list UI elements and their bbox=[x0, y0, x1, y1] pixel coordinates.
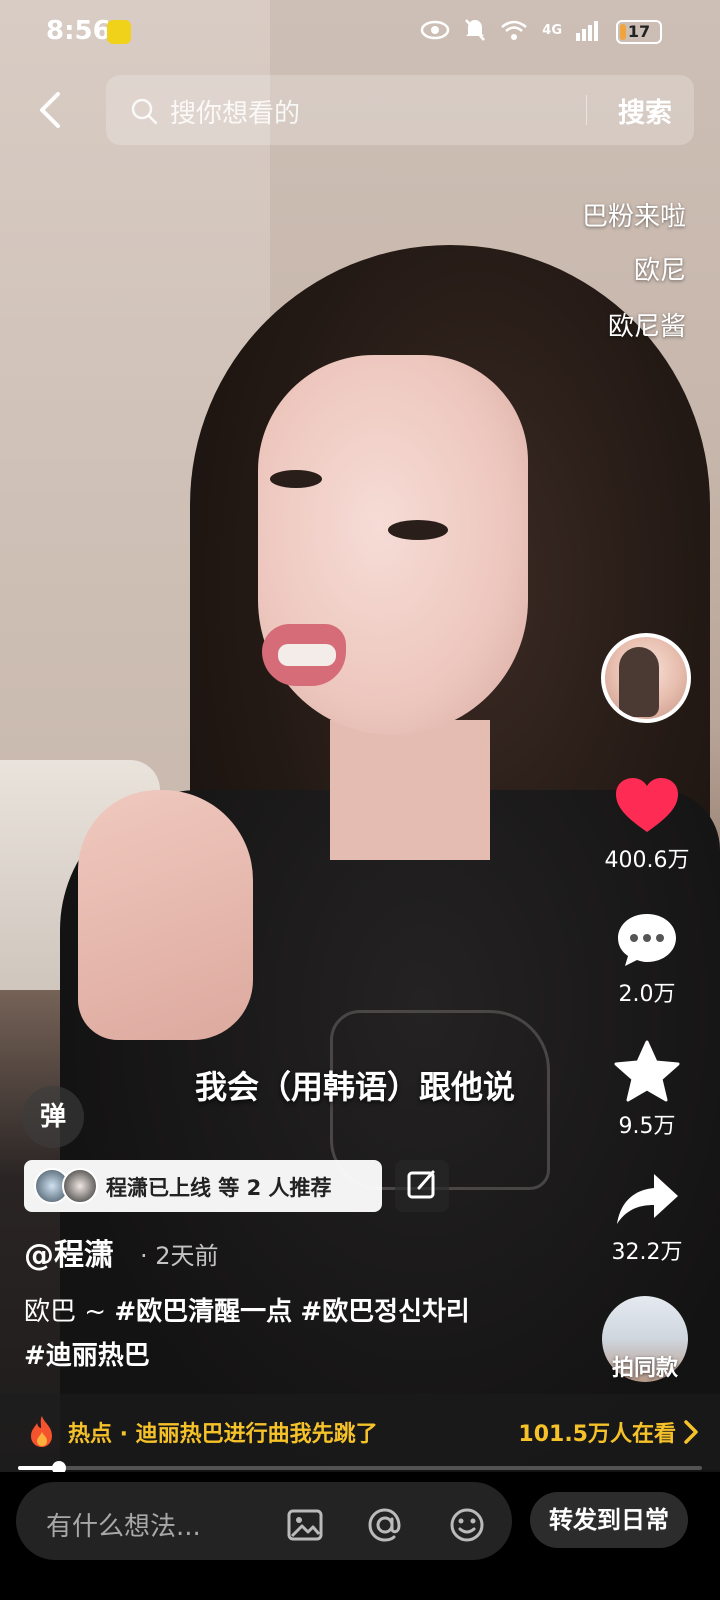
danmaku-comment: 欧尼 bbox=[633, 256, 686, 286]
favorite-count: 9.5万 bbox=[618, 1114, 676, 1139]
app-notification-icon bbox=[107, 20, 131, 44]
share-arrow-icon bbox=[617, 1174, 678, 1224]
recommendation-chip[interactable]: 程潇已上线 等 2 人推荐 bbox=[24, 1160, 382, 1212]
search-icon bbox=[131, 98, 158, 125]
share-count: 32.2万 bbox=[611, 1240, 683, 1265]
comment-placeholder: 有什么想法... bbox=[46, 1512, 201, 1542]
video-neck bbox=[330, 720, 490, 860]
post-time: · 2天前 bbox=[140, 1242, 219, 1270]
danmaku-comment: 欧尼酱 bbox=[607, 312, 686, 342]
hashtag[interactable]: #欧巴清醒一点 bbox=[114, 1297, 292, 1327]
search-divider bbox=[586, 95, 587, 125]
image-icon[interactable] bbox=[286, 1506, 324, 1544]
author-avatar[interactable] bbox=[601, 633, 691, 723]
bottom-comment-bar: 有什么想法... 转发到日常 bbox=[0, 1472, 720, 1600]
mute-bell-icon bbox=[465, 19, 486, 41]
comment-button[interactable]: 2.0万 bbox=[600, 910, 694, 1008]
search-button[interactable]: 搜索 bbox=[618, 91, 672, 130]
search-bar[interactable]: 搜你想看的 搜索 bbox=[106, 75, 694, 145]
wifi-icon bbox=[501, 20, 528, 40]
comment-icon bbox=[618, 914, 676, 966]
recommendation-text: 程潇已上线 等 2 人推荐 bbox=[106, 1176, 332, 1200]
caption-text: 欧巴 ~ bbox=[24, 1297, 115, 1327]
mention-icon[interactable] bbox=[366, 1506, 404, 1544]
video-hand bbox=[78, 790, 253, 1040]
viewer-count: 101.5万人在看 bbox=[518, 1422, 676, 1447]
share-to-daily-button[interactable]: 转发到日常 bbox=[530, 1492, 688, 1548]
avatar-image bbox=[619, 647, 659, 717]
danmaku-toggle-button[interactable]: 弹 bbox=[22, 1086, 84, 1148]
status-icons: 4G bbox=[420, 18, 600, 42]
video-progress-bar[interactable] bbox=[18, 1461, 702, 1475]
status-time: 8:56 bbox=[46, 16, 111, 46]
recommend-edit-button[interactable] bbox=[395, 1160, 449, 1212]
danmaku-comment: 巴粉来啦 bbox=[581, 202, 686, 232]
video-caption: 欧巴 ~ #欧巴清醒一点 #欧巴정신차리 #迪丽热巴 bbox=[24, 1290, 584, 1378]
share-button[interactable]: 32.2万 bbox=[600, 1172, 694, 1266]
hashtag[interactable]: #迪丽热巴 bbox=[24, 1341, 150, 1371]
like-button[interactable]: 400.6万 bbox=[600, 776, 694, 874]
trending-bar[interactable]: 热点 · 迪丽热巴进行曲我先跳了 101.5万人在看 bbox=[0, 1394, 720, 1470]
video-teeth bbox=[278, 644, 336, 666]
signal-icon bbox=[576, 21, 598, 41]
video-eye bbox=[270, 470, 322, 488]
battery-level: 17 bbox=[627, 22, 651, 41]
eye-icon bbox=[421, 20, 450, 40]
hashtag[interactable]: #欧巴정신차리 bbox=[300, 1297, 469, 1327]
recommender-avatar bbox=[62, 1168, 98, 1204]
edit-icon bbox=[407, 1170, 435, 1199]
emoji-icon[interactable] bbox=[448, 1506, 486, 1544]
author-name[interactable]: @程潇 bbox=[24, 1230, 114, 1274]
trending-topic: 热点 · 迪丽热巴进行曲我先跳了 bbox=[68, 1422, 378, 1447]
search-input[interactable]: 搜你想看的 bbox=[170, 93, 300, 130]
fire-icon bbox=[31, 1416, 52, 1447]
battery-icon: 17 bbox=[616, 20, 662, 44]
back-icon[interactable] bbox=[34, 90, 68, 130]
chevron-right-icon bbox=[684, 1420, 698, 1444]
comment-input[interactable]: 有什么想法... bbox=[16, 1482, 512, 1560]
heart-icon bbox=[616, 778, 678, 832]
network-type: 4G bbox=[542, 22, 562, 38]
comment-count: 2.0万 bbox=[618, 982, 676, 1007]
like-count: 400.6万 bbox=[604, 848, 690, 873]
video-subtitle: 我会（用韩语）跟他说 bbox=[194, 1068, 515, 1106]
status-bar: 8:56 4G 17 bbox=[0, 0, 720, 64]
same-style-button[interactable]: 拍同款 bbox=[602, 1350, 688, 1382]
video-eye bbox=[388, 520, 448, 540]
